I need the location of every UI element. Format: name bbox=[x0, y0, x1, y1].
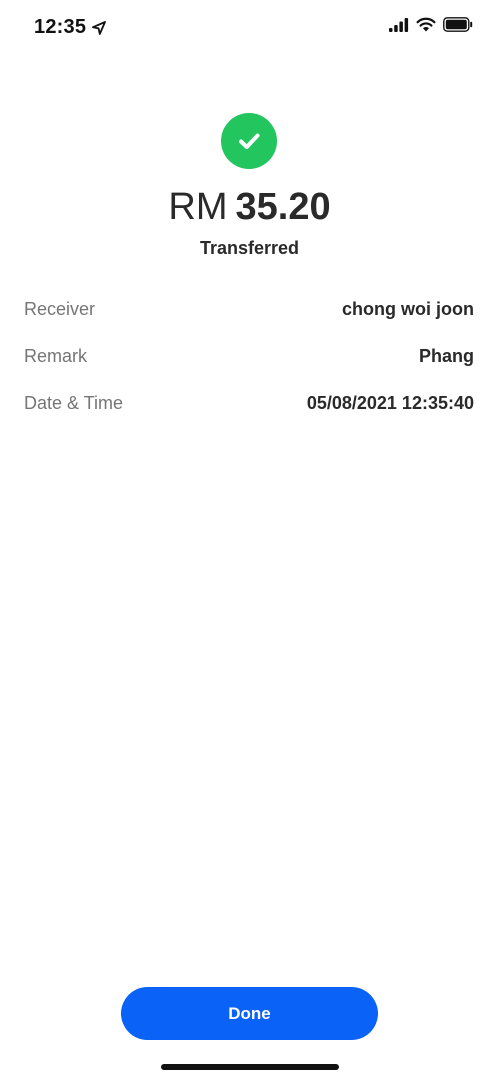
date-time-label: Date & Time bbox=[24, 393, 124, 413]
success-check-icon bbox=[221, 113, 277, 169]
receiver-label: Receiver bbox=[24, 299, 96, 319]
amount-currency: RM bbox=[168, 186, 228, 228]
transfer-status: Transferred bbox=[199, 238, 300, 258]
amount-value: 35.20 bbox=[235, 186, 331, 228]
wifi-icon bbox=[416, 17, 436, 32]
location-arrow-icon bbox=[92, 20, 107, 35]
detail-row-receiver: Receiver chong woi joon bbox=[24, 286, 474, 333]
detail-row-remark: Remark Phang bbox=[24, 333, 474, 380]
cellular-signal-icon bbox=[389, 17, 409, 32]
status-time-group: 12:35 bbox=[34, 16, 107, 39]
home-indicator bbox=[161, 1064, 339, 1070]
date-time-value: 05/08/2021 12:35:40 bbox=[306, 393, 474, 413]
status-bar: 12:35 bbox=[0, 0, 499, 56]
status-time: 12:35 bbox=[34, 16, 87, 38]
receiver-value: chong woi joon bbox=[342, 299, 474, 319]
transaction-details: Receiver chong woi joon Remark Phang Dat… bbox=[24, 286, 474, 427]
remark-value: Phang bbox=[418, 346, 474, 366]
done-button[interactable]: Done bbox=[121, 987, 378, 1040]
checkmark-icon bbox=[239, 133, 260, 149]
status-indicators bbox=[389, 17, 473, 32]
remark-label: Remark bbox=[24, 346, 88, 366]
transfer-amount: RM 35.20 bbox=[0, 184, 499, 230]
detail-row-date-time: Date & Time 05/08/2021 12:35:40 bbox=[24, 380, 474, 427]
battery-icon bbox=[443, 17, 473, 32]
